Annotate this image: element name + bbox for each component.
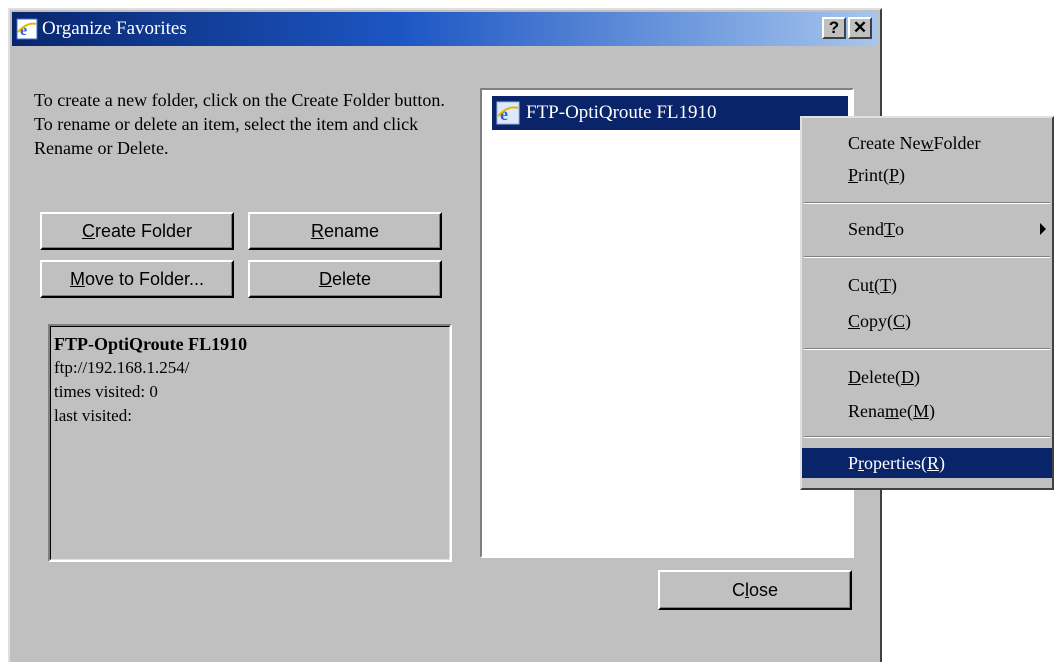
menu-item-properties[interactable]: Pr operties (R) bbox=[802, 448, 1052, 478]
info-last-visited: last visited: bbox=[54, 406, 132, 425]
item-info-panel: FTP-OptiQroute FL1910 ftp://192.168.1.25… bbox=[48, 324, 452, 562]
delete-accesskey: D bbox=[318, 268, 332, 289]
close-window-button[interactable]: ✕ bbox=[848, 17, 872, 39]
menu-accesskey: C bbox=[848, 310, 861, 331]
menu-label-rest: Folder bbox=[933, 132, 981, 153]
menu-label: Cu bbox=[848, 274, 870, 295]
menu-separator bbox=[804, 348, 1050, 350]
close-button[interactable]: Cl ose bbox=[658, 570, 852, 610]
menu-shortcut-close: ) bbox=[899, 164, 906, 185]
menu-label-rest: elete bbox=[861, 366, 895, 387]
create-folder-accesskey: C bbox=[81, 220, 95, 241]
menu-label-rest: opy bbox=[860, 310, 888, 331]
menu-shortcut-close: ) bbox=[929, 400, 936, 421]
menu-shortcut-key: T bbox=[880, 274, 892, 295]
menu-label-rest: operties bbox=[864, 452, 921, 473]
info-times-visited: times visited: 0 bbox=[54, 382, 158, 401]
list-item-label: FTP-OptiQroute FL1910 bbox=[526, 102, 717, 123]
close-label-pre: C bbox=[731, 579, 745, 600]
create-folder-label: reate Folder bbox=[94, 220, 193, 241]
menu-shortcut-close: ) bbox=[891, 274, 898, 295]
title-bar[interactable]: e Organize Favorites ? ✕ bbox=[12, 12, 878, 46]
ie-icon: e bbox=[496, 101, 520, 125]
menu-label: P bbox=[848, 452, 859, 473]
menu-shortcut-close: ) bbox=[913, 366, 920, 387]
delete-label: elete bbox=[331, 268, 372, 289]
menu-label-rest: rint bbox=[858, 164, 884, 185]
favorites-list[interactable]: e FTP-OptiQroute FL1910 bbox=[480, 88, 854, 558]
menu-accesskey: P bbox=[848, 164, 859, 185]
close-label: ose bbox=[748, 579, 779, 600]
info-url: ftp://192.168.1.254/ bbox=[54, 358, 190, 377]
menu-label: Send bbox=[848, 218, 884, 239]
menu-item-print[interactable]: Print(P) bbox=[802, 160, 1052, 190]
menu-accesskey: m bbox=[884, 400, 899, 421]
submenu-arrow-icon bbox=[1040, 223, 1046, 235]
menu-shortcut-key: R bbox=[927, 452, 940, 473]
instructions-text: To create a new folder, click on the Cre… bbox=[34, 90, 445, 158]
menu-item-delete[interactable]: Delete (D) bbox=[802, 362, 1052, 392]
menu-item-copy[interactable]: Copy (C) bbox=[802, 306, 1052, 336]
menu-item-create-new-folder[interactable]: Create Ne w Folder bbox=[802, 128, 1052, 158]
rename-button[interactable]: Rename bbox=[248, 212, 442, 250]
menu-separator bbox=[804, 202, 1050, 204]
help-button[interactable]: ? bbox=[822, 17, 846, 39]
menu-shortcut-key: M bbox=[913, 400, 930, 421]
menu-shortcut-key: C bbox=[893, 310, 906, 331]
rename-accesskey: R bbox=[310, 220, 324, 241]
menu-label-rest: o bbox=[895, 218, 904, 239]
rename-label: ename bbox=[323, 220, 380, 241]
menu-separator bbox=[804, 256, 1050, 258]
menu-separator bbox=[804, 436, 1050, 438]
delete-button[interactable]: Delete bbox=[248, 260, 442, 298]
info-item-title: FTP-OptiQroute FL1910 bbox=[54, 334, 248, 354]
move-accesskey: M bbox=[69, 268, 85, 289]
menu-shortcut-close: ) bbox=[905, 310, 912, 331]
menu-accesskey: D bbox=[848, 366, 861, 387]
menu-shortcut-key: P bbox=[889, 164, 900, 185]
context-menu: Create Ne w Folder Print(P) Send To Cu t(T… bbox=[800, 116, 1054, 490]
create-folder-button[interactable]: Create Folder bbox=[40, 212, 234, 250]
ie-icon: e bbox=[16, 18, 38, 40]
menu-shortcut-close: ) bbox=[939, 452, 946, 473]
menu-label: Create Ne bbox=[848, 132, 921, 153]
list-item[interactable]: e FTP-OptiQroute FL1910 bbox=[492, 96, 848, 130]
menu-accesskey: w bbox=[920, 132, 934, 153]
menu-item-send-to[interactable]: Send To bbox=[802, 214, 1052, 244]
move-to-folder-button[interactable]: Move to Folder... bbox=[40, 260, 234, 298]
menu-accesskey: T bbox=[884, 218, 895, 239]
menu-shortcut-key: D bbox=[900, 366, 914, 387]
menu-item-cut[interactable]: Cu t(T) bbox=[802, 270, 1052, 300]
window-title: Organize Favorites bbox=[42, 18, 187, 39]
menu-label: Rena bbox=[848, 400, 885, 421]
organize-favorites-dialog: e Organize Favorites ? ✕ To create a new… bbox=[8, 8, 882, 662]
move-label: ove to Folder... bbox=[84, 268, 205, 289]
menu-item-rename[interactable]: Rena m e(M) bbox=[802, 396, 1052, 426]
menu-label-rest: e bbox=[899, 400, 907, 421]
